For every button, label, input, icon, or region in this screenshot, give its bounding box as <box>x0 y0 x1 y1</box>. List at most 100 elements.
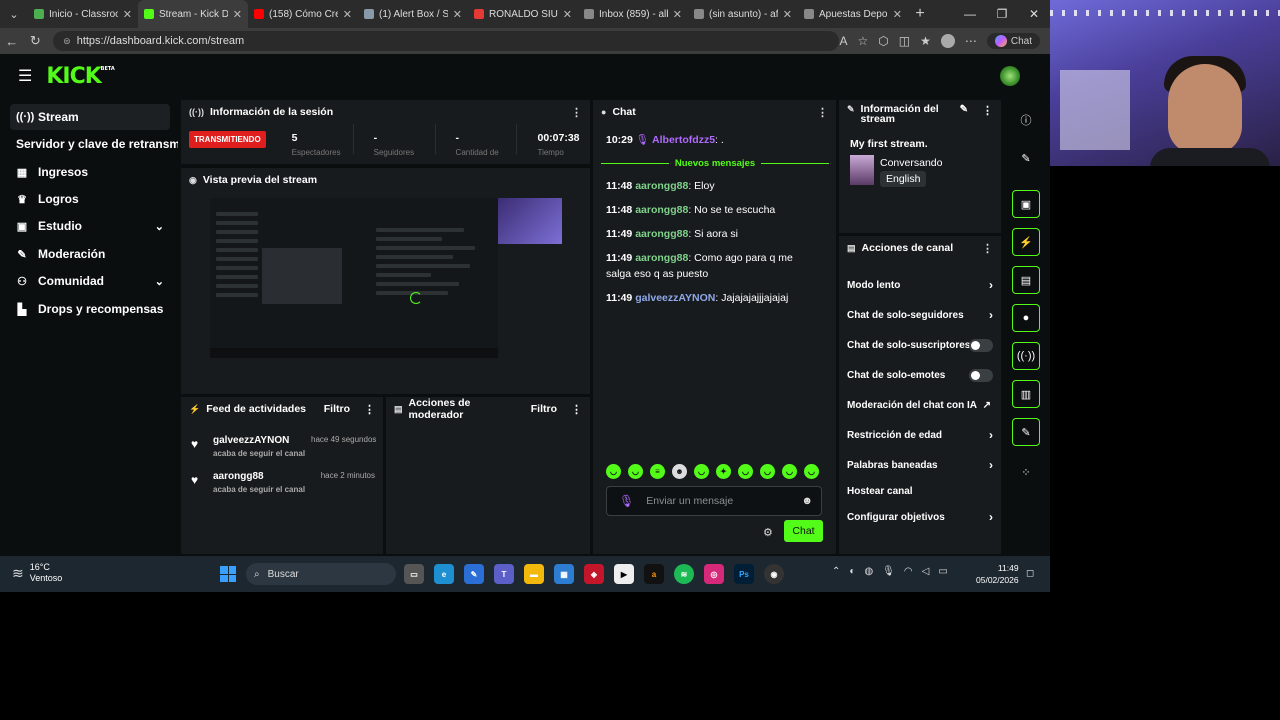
chat-tool-button[interactable]: ● <box>1012 304 1040 332</box>
maximize-button[interactable]: ❐ <box>986 7 1018 21</box>
more-options-icon[interactable]: ⋯ <box>965 34 977 48</box>
browser-tab-7[interactable]: (sin asunto) - aferic ✕ <box>688 0 798 28</box>
info-icon[interactable]: ⓘ <box>1012 106 1040 134</box>
sidebar-item-comunidad[interactable]: ⚇ Comunidad ⌄ <box>10 268 170 294</box>
more-options-icon[interactable]: ⋮ <box>817 106 828 119</box>
weather-widget[interactable]: ≋ 16°C Ventoso <box>12 562 62 584</box>
emote-icon[interactable]: ✦ <box>716 464 731 479</box>
profile-avatar[interactable] <box>940 34 955 48</box>
chat-message-input[interactable]: 🎙 Enviar un mensaje ☻ <box>606 486 822 516</box>
notifications-icon[interactable]: ◻ <box>1026 568 1034 579</box>
teams-icon[interactable]: T <box>494 564 514 584</box>
microphone-icon[interactable]: 🎙 <box>882 566 895 577</box>
copilot-chat-button[interactable]: Chat <box>986 33 1040 49</box>
close-icon[interactable]: ✕ <box>673 8 682 21</box>
activity-user[interactable]: aarongg88 <box>213 471 264 482</box>
layout-tool-button[interactable]: ▥ <box>1012 380 1040 408</box>
system-clock[interactable]: 11:49 05/02/2026 <box>976 562 1019 586</box>
activity-user[interactable]: galveezzAYNON <box>213 435 289 446</box>
tab-actions-menu[interactable]: ⌄ <box>0 0 28 28</box>
taskbar-search[interactable]: ⌕ Buscar <box>246 563 396 585</box>
obs-icon[interactable]: ◉ <box>764 564 784 584</box>
subscribers-only-toggle[interactable] <box>969 338 993 352</box>
message-user[interactable]: galveezzAYNON <box>635 292 715 304</box>
extensions-icon[interactable]: ⬡ <box>878 34 888 48</box>
emote-icon[interactable]: ≡ <box>650 464 665 479</box>
task-view-icon[interactable]: ▭ <box>404 564 424 584</box>
tray-app-icon[interactable]: ◐ <box>849 566 855 577</box>
close-icon[interactable]: ✕ <box>343 8 352 21</box>
split-screen-icon[interactable]: ◫ <box>899 34 910 48</box>
user-avatar[interactable] <box>1000 66 1020 86</box>
add-widget-icon[interactable]: ⁘ <box>1012 458 1040 486</box>
back-button[interactable]: ← <box>0 34 24 49</box>
more-options-icon[interactable]: ⋮ <box>982 104 993 117</box>
emote-icon[interactable]: ◡ <box>782 464 797 479</box>
more-options-icon[interactable]: ⋮ <box>364 403 375 416</box>
emote-icon[interactable]: ☻ <box>672 464 687 479</box>
spotify-icon[interactable]: ≋ <box>674 564 694 584</box>
action-slow-mode[interactable]: Modo lento › <box>839 272 999 298</box>
close-icon[interactable]: ✕ <box>783 8 792 21</box>
url-field[interactable]: ⊜ https://dashboard.kick.com/stream <box>53 31 840 51</box>
emote-icon[interactable]: ◡ <box>694 464 709 479</box>
amazon-icon[interactable]: a <box>644 564 664 584</box>
browser-tab-5[interactable]: RONALDO SIUUUU ✕ <box>468 0 578 28</box>
sidebar-item-stream[interactable]: ((·)) Stream <box>10 104 170 130</box>
read-aloud-icon[interactable]: A <box>840 34 848 48</box>
editor-icon[interactable]: ✎ <box>464 564 484 584</box>
action-ai-moderation[interactable]: Moderación del chat con IA ↗ <box>839 392 999 418</box>
store-icon[interactable]: ▦ <box>554 564 574 584</box>
volume-icon[interactable]: ◁ <box>922 566 930 577</box>
hamburger-menu-icon[interactable]: ☰ <box>18 66 32 86</box>
browser-tab-3[interactable]: (158) Cómo Crear A ✕ <box>248 0 358 28</box>
message-user[interactable]: aarongg88 <box>635 252 688 264</box>
minimize-button[interactable]: — <box>954 7 986 21</box>
edge-icon[interactable]: e <box>434 564 454 584</box>
action-host-channel[interactable]: Hostear canal <box>839 478 999 504</box>
close-icon[interactable]: ✕ <box>233 8 242 21</box>
windows-start-icon[interactable] <box>220 566 236 582</box>
emote-icon[interactable]: ◡ <box>606 464 621 479</box>
close-icon[interactable]: ✕ <box>123 8 132 21</box>
favorites-icon[interactable]: ★ <box>920 34 931 48</box>
new-tab-button[interactable]: + <box>908 5 932 23</box>
close-icon[interactable]: ✕ <box>453 8 462 21</box>
browser-tab-6[interactable]: Inbox (859) - albert ✕ <box>578 0 688 28</box>
close-icon[interactable]: ✕ <box>893 8 902 21</box>
more-options-icon[interactable]: ⋮ <box>571 106 582 119</box>
message-user[interactable]: aarongg88 <box>635 228 688 240</box>
action-goals[interactable]: Configurar objetivos › <box>839 504 999 530</box>
close-icon[interactable]: ✕ <box>563 8 572 21</box>
sidebar-item-server-key[interactable]: Servidor y clave de retransmisión <box>10 131 178 157</box>
action-banned-words[interactable]: Palabras baneadas › <box>839 452 999 478</box>
favorite-star-icon[interactable]: ☆ <box>858 34 869 48</box>
chevron-up-icon[interactable]: ⌃ <box>832 566 840 577</box>
sidebar-item-logros[interactable]: ♛ Logros <box>10 186 170 212</box>
reload-button[interactable]: ↻ <box>24 33 48 49</box>
message-user[interactable]: aarongg88 <box>635 204 688 216</box>
shield-icon[interactable]: ◈ <box>584 564 604 584</box>
filter-button[interactable]: Filtro <box>324 403 350 415</box>
action-age-restriction[interactable]: Restricción de edad › <box>839 422 999 448</box>
file-explorer-icon[interactable]: ▬ <box>524 564 544 584</box>
chat-send-button[interactable]: Chat <box>784 520 823 542</box>
photoshop-icon[interactable]: Ps <box>734 564 754 584</box>
chat-settings-gear-icon[interactable]: ⚙ <box>763 526 773 539</box>
wifi-icon[interactable]: ◠ <box>904 566 913 577</box>
browser-tab-4[interactable]: (1) Alert Box / Strea ✕ <box>358 0 468 28</box>
emote-icon[interactable]: ◡ <box>738 464 753 479</box>
more-options-icon[interactable]: ⋮ <box>982 242 993 255</box>
broadcast-tool-button[interactable]: ((·)) <box>1012 342 1040 370</box>
emote-icon[interactable]: ◡ <box>804 464 819 479</box>
pencil-icon[interactable]: ✎ <box>1012 144 1040 172</box>
close-window-button[interactable]: ✕ <box>1018 7 1050 21</box>
document-tool-button[interactable]: ▤ <box>1012 266 1040 294</box>
edit-pencil-icon[interactable]: ✎ <box>960 104 968 115</box>
tray-app-icon[interactable]: ◍ <box>864 566 873 577</box>
wrench-tool-button[interactable]: ✎ <box>1012 418 1040 446</box>
mic-icon[interactable]: 🎙 <box>619 494 634 508</box>
browser-tab-2[interactable]: Stream - Kick Dashb ✕ <box>138 0 248 28</box>
emoji-picker-icon[interactable]: ☻ <box>801 495 813 507</box>
sidebar-item-drops[interactable]: ▙ Drops y recompensas <box>10 296 170 322</box>
